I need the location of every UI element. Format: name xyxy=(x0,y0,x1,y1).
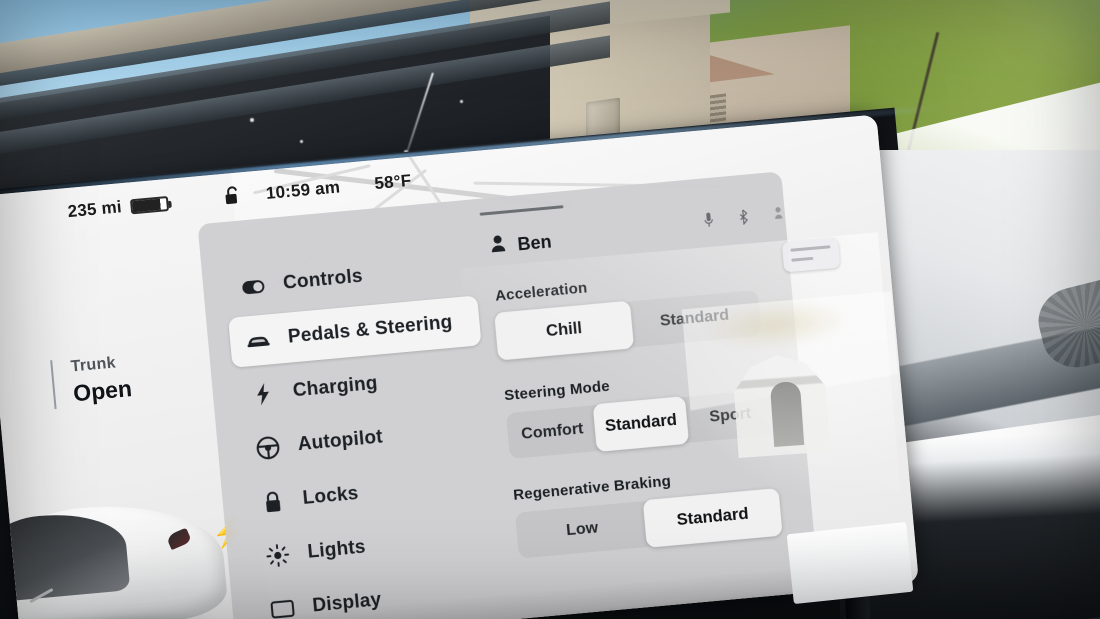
menu-item-label: Charging xyxy=(292,372,379,402)
windshield-speck xyxy=(460,100,463,103)
sun-brightness-icon xyxy=(265,542,291,568)
settings-menu[interactable]: Controls Pedals & Steering Charging Auto… xyxy=(223,242,506,619)
panel-drag-handle[interactable] xyxy=(479,205,564,216)
padlock-icon xyxy=(260,489,286,515)
user-icon[interactable] xyxy=(773,205,783,222)
photo-of-tesla-touchscreen: 235 mi 10:59 am 58°F Trunk Open ⚡ xyxy=(0,0,1100,619)
car-front-icon xyxy=(245,327,271,353)
windshield-speck xyxy=(300,140,303,143)
menu-item-label: Locks xyxy=(301,482,360,509)
clock: 10:59 am xyxy=(265,177,341,204)
windshield-speck xyxy=(250,118,254,122)
menu-item-label: Lights xyxy=(306,536,367,563)
lightning-bolt-icon xyxy=(250,381,276,407)
bluetooth-icon[interactable] xyxy=(738,209,748,226)
person-icon xyxy=(490,235,507,258)
menu-item-label: Controls xyxy=(282,265,364,294)
menu-item-label: Pedals & Steering xyxy=(287,311,454,348)
profile-row[interactable]: Ben xyxy=(490,207,783,260)
steering-option-comfort[interactable]: Comfort xyxy=(506,405,599,459)
settings-panel[interactable]: Controls Pedals & Steering Charging Auto… xyxy=(197,171,820,619)
trunk-label: Trunk xyxy=(70,354,117,376)
menu-item-label: Autopilot xyxy=(296,426,384,456)
steering-option-standard[interactable]: Standard xyxy=(592,395,690,453)
card-line xyxy=(790,245,831,252)
screen-corner-card[interactable] xyxy=(781,237,841,273)
battery-icon xyxy=(130,195,170,214)
microphone-icon[interactable] xyxy=(703,212,713,229)
card-line xyxy=(791,256,814,262)
screen-reflection-door xyxy=(769,381,805,447)
white-object-on-console xyxy=(786,521,914,605)
range-indicator[interactable]: 235 mi xyxy=(67,193,170,222)
unlock-icon[interactable] xyxy=(223,184,242,211)
status-tray xyxy=(703,205,783,228)
profile-name: Ben xyxy=(516,230,553,254)
steering-wheel-icon xyxy=(255,435,281,461)
trunk-state: Open xyxy=(72,375,133,407)
outside-temperature[interactable]: 58°F xyxy=(374,171,413,194)
section-regenerative-braking: Regenerative Braking Low Standard xyxy=(513,462,798,559)
range-value: 235 mi xyxy=(66,197,123,222)
toggle-switch-icon xyxy=(240,274,266,300)
acceleration-option-chill[interactable]: Chill xyxy=(494,300,635,361)
trunk-status-card[interactable]: Trunk Open xyxy=(50,353,134,410)
regen-option-low[interactable]: Low xyxy=(515,501,650,559)
regen-option-standard[interactable]: Standard xyxy=(642,487,783,548)
